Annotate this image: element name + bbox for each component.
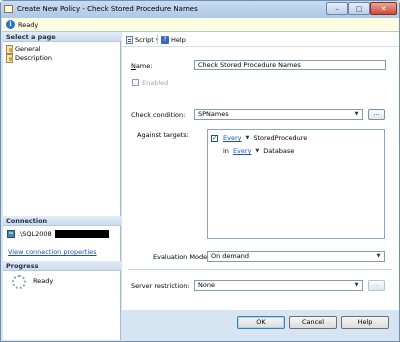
targets-list: Every ▼ StoredProcedure in Every ▼ Datab… (207, 129, 385, 239)
divider (128, 269, 392, 270)
dialog-window: Create New Policy - Check Stored Procedu… (0, 0, 400, 342)
info-icon: i (6, 20, 15, 29)
page-item-label: Description (15, 53, 53, 62)
page-item-general[interactable]: General (6, 44, 41, 54)
server-restriction-label: Server restriction: (131, 282, 190, 290)
connection-server: .\SQL2008 (18, 230, 52, 238)
every-link[interactable]: Every (233, 147, 251, 155)
script-icon (126, 36, 133, 44)
progress-status: Ready (33, 277, 54, 285)
page-icon (6, 54, 13, 63)
check-condition-label: Check condition: (131, 111, 186, 119)
ok-button[interactable]: OK (237, 316, 285, 329)
page-item-label: General (15, 44, 41, 53)
name-field[interactable]: Check Stored Procedure Names (194, 60, 386, 70)
chevron-down-icon: ▼ (354, 282, 359, 288)
cancel-button[interactable]: Cancel (289, 316, 337, 329)
name-label: Name: (131, 62, 153, 70)
chevron-down-icon[interactable]: ▼ (245, 135, 249, 141)
target-type: Database (263, 147, 295, 155)
evaluation-mode-label: Evaluation Mode: (153, 253, 210, 261)
help-button[interactable]: Help (341, 316, 389, 329)
enabled-label: Enabled (142, 79, 169, 87)
chevron-down-icon: ▼ (376, 253, 381, 259)
maximize-button[interactable]: □ (348, 2, 370, 15)
target-prefix: in (223, 147, 229, 155)
policy-app-icon (4, 5, 13, 13)
right-pane: Script ▾ ? Help Name: Check Stored Proce… (122, 32, 399, 340)
check-condition-browse-button[interactable]: ... (368, 109, 385, 120)
select-page-header: Select a page (3, 32, 121, 42)
close-button[interactable]: ✕ (370, 2, 397, 15)
page-item-description[interactable]: Description (6, 53, 53, 63)
check-condition-value: SPNames (198, 110, 229, 118)
server-restriction-browse-button[interactable]: ... (368, 280, 385, 291)
page-icon (6, 45, 13, 54)
progress-spinner-icon (12, 275, 26, 289)
against-targets-label: Against targets: (137, 131, 189, 139)
connection-header: Connection (3, 216, 121, 226)
target-row-database: in Every ▼ Database (223, 147, 294, 155)
chevron-down-icon[interactable]: ▼ (255, 148, 259, 154)
help-icon: ? (161, 36, 169, 44)
enabled-checkbox[interactable] (132, 79, 139, 86)
button-bar: OK Cancel Help (122, 310, 399, 340)
connection-row: .\SQL2008 (7, 229, 109, 239)
server-restriction-select[interactable]: None ▼ (194, 280, 363, 291)
status-bar: i Ready (2, 18, 399, 32)
help-label: Help (171, 36, 186, 44)
help-toolbar-button[interactable]: ? Help (161, 35, 186, 45)
evaluation-mode-value: On demand (211, 252, 249, 260)
chevron-down-icon: ▼ (354, 111, 359, 117)
server-restriction-value: None (198, 281, 215, 289)
script-label: Script (135, 36, 154, 44)
minimize-button[interactable]: – (326, 2, 348, 15)
redacted-login (54, 230, 109, 238)
window-title: Create New Policy - Check Stored Procedu… (17, 5, 198, 13)
server-icon (7, 230, 15, 238)
target-row-storedprocedure: Every ▼ StoredProcedure (223, 134, 307, 142)
view-connection-properties-link[interactable]: View connection properties (8, 248, 97, 256)
left-pane: Select a page General Description Connec… (3, 32, 121, 340)
target-checkbox-storedprocedure[interactable] (211, 134, 218, 142)
toolbar-separator (157, 35, 158, 44)
check-condition-select[interactable]: SPNames ▼ (194, 109, 363, 120)
target-type: StoredProcedure (253, 134, 308, 142)
every-link[interactable]: Every (223, 134, 241, 142)
script-button[interactable]: Script ▾ (126, 35, 158, 45)
title-bar[interactable]: Create New Policy - Check Stored Procedu… (1, 1, 399, 18)
status-text: Ready (18, 21, 39, 29)
progress-header: Progress (3, 261, 121, 271)
toolbar: Script ▾ ? Help (122, 32, 399, 47)
evaluation-mode-select[interactable]: On demand ▼ (207, 251, 385, 262)
